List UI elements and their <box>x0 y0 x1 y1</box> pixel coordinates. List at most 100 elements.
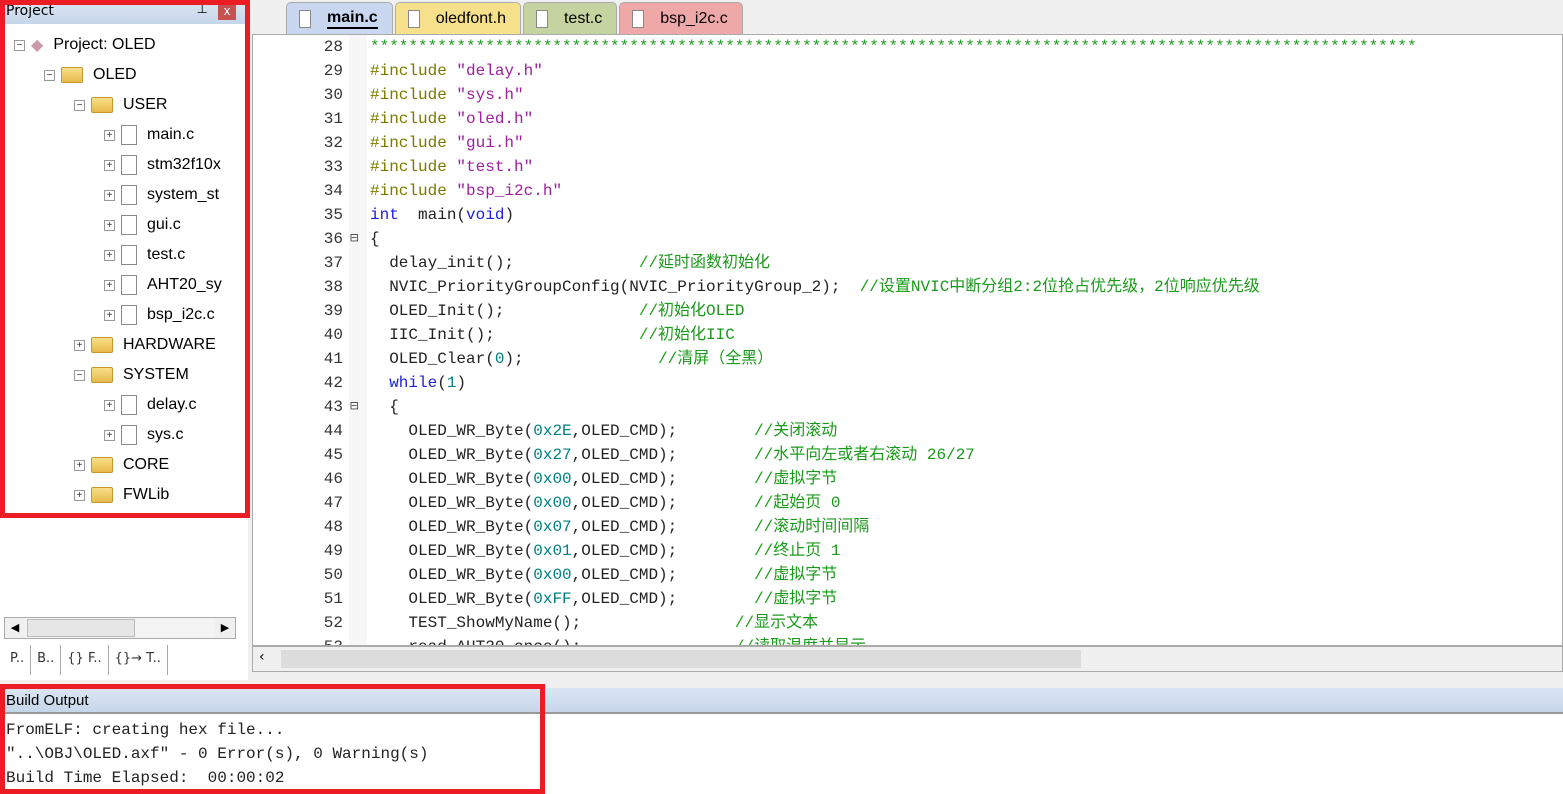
build-output-text[interactable]: FromELF: creating hex file... "..\OBJ\OLE… <box>0 714 1563 790</box>
tree-item[interactable]: + sys.c <box>8 420 240 450</box>
code-area[interactable]: 28 **************************************… <box>252 34 1563 646</box>
tab-main-c[interactable]: main.c <box>286 2 393 34</box>
collapse-icon[interactable]: − <box>74 369 85 381</box>
collapse-icon[interactable]: − <box>74 99 85 111</box>
tree-item[interactable]: + stm32f10x <box>8 150 240 180</box>
token: OLED_WR_Byte( <box>370 566 534 584</box>
expand-icon[interactable]: + <box>104 279 115 291</box>
line-number: 46 <box>323 470 343 488</box>
tree-item[interactable]: − ◆ Project: OLED <box>8 30 240 60</box>
tree-item[interactable]: + FWLib <box>8 480 240 510</box>
tree-item[interactable]: + test.c <box>8 240 240 270</box>
code-line: 51 OLED_WR_Byte(0xFF,OLED_CMD); //虚拟字节 <box>253 587 1562 611</box>
panel-tab[interactable]: {}→ T.. <box>109 645 168 675</box>
token: ,OLED_CMD); <box>571 590 755 608</box>
expand-icon[interactable]: + <box>104 399 115 411</box>
line-number: 35 <box>323 206 343 224</box>
line-number: 39 <box>323 302 343 320</box>
file-icon <box>121 245 137 265</box>
tab-test-c[interactable]: test.c <box>522 2 618 34</box>
collapse-icon[interactable]: ⊟ <box>350 395 358 419</box>
line-source: #include "test.h" <box>370 155 533 179</box>
expand-icon[interactable]: + <box>104 309 115 321</box>
tree-item[interactable]: − USER <box>8 90 240 120</box>
code-line: 43 {⊟ <box>253 395 1562 419</box>
token: OLED_WR_Byte( <box>370 494 534 512</box>
line-number: 38 <box>323 278 343 296</box>
line-number: 53 <box>253 635 343 645</box>
tree-item-label: HARDWARE <box>123 336 216 353</box>
tree-item[interactable]: + bsp_i2c.c <box>8 300 240 330</box>
line-source: ****************************************… <box>370 35 1417 59</box>
tree-item[interactable]: + delay.c <box>8 390 240 420</box>
token: //读取温度并显示 <box>735 638 866 645</box>
expand-icon[interactable]: + <box>74 339 85 351</box>
collapse-icon[interactable]: − <box>44 69 55 81</box>
line-number: 30 <box>323 86 343 104</box>
token: 0x01 <box>533 542 572 560</box>
token: NVIC_PriorityGroupConfig(NVIC_PriorityGr… <box>370 278 860 296</box>
tree-item[interactable]: − SYSTEM <box>8 360 240 390</box>
build-output-line: FromELF: creating hex file... <box>6 721 285 739</box>
close-icon[interactable]: x <box>218 3 236 20</box>
line-number: 37 <box>323 254 343 272</box>
line-number: 42 <box>323 374 343 392</box>
panel-tab[interactable]: P.. <box>4 645 32 675</box>
collapse-icon[interactable]: − <box>14 39 25 51</box>
scroll-thumb[interactable] <box>27 619 135 637</box>
expand-icon[interactable]: + <box>74 489 85 501</box>
token: 0 <box>494 350 505 368</box>
file-icon <box>121 125 137 145</box>
token: 0x00 <box>533 470 572 488</box>
expand-icon[interactable]: + <box>104 429 115 441</box>
token: //水平向左或者右滚动 26/27 <box>754 446 975 464</box>
tree-item-label: bsp_i2c.c <box>147 306 215 323</box>
expand-icon[interactable]: + <box>104 189 115 201</box>
token: OLED_WR_Byte( <box>370 542 534 560</box>
tree-item[interactable]: − OLED <box>8 60 240 90</box>
expand-icon[interactable]: + <box>104 219 115 231</box>
tree-horizontal-scrollbar[interactable]: ◀ ▶ <box>4 617 236 639</box>
token: ,OLED_CMD); <box>571 494 755 512</box>
tree-item-label: SYSTEM <box>123 366 189 383</box>
tree-item[interactable]: + HARDWARE <box>8 330 240 360</box>
pin-icon[interactable]: ⊥ <box>197 2 208 17</box>
project-icon: ◆ <box>31 37 44 54</box>
line-source: OLED_Init(); //初始化OLED <box>370 299 744 323</box>
token: { <box>370 230 380 248</box>
token: 0xFF <box>533 590 572 608</box>
tree-item[interactable]: + gui.c <box>8 210 240 240</box>
token: //初始化OLED <box>638 302 745 320</box>
token: 0x2E <box>533 422 572 440</box>
expand-icon[interactable]: + <box>104 249 115 261</box>
project-panel-header: Project ⊥ x <box>0 0 248 24</box>
panel-tab[interactable]: B.. <box>31 645 62 675</box>
scroll-left-icon[interactable]: ◀ <box>5 618 25 638</box>
token: //延时函数初始化 <box>638 254 771 272</box>
expand-icon[interactable]: + <box>104 129 115 141</box>
expand-icon[interactable]: + <box>104 159 115 171</box>
scroll-right-icon[interactable]: ▶ <box>215 618 235 638</box>
tab-bsp_i2c-c[interactable]: bsp_i2c.c <box>619 2 743 34</box>
tree-item[interactable]: + main.c <box>8 120 240 150</box>
tab-oledfont-h[interactable]: oledfont.h <box>394 2 521 34</box>
token: while <box>389 374 438 392</box>
collapse-icon[interactable]: ⊟ <box>350 227 358 251</box>
line-source: OLED_WR_Byte(0x00,OLED_CMD); //虚拟字节 <box>370 563 837 587</box>
scroll-left-icon[interactable]: ‹ <box>259 649 265 665</box>
build-output-line: Build Time Elapsed: 00:00:02 <box>6 769 285 787</box>
tree-item[interactable]: + CORE <box>8 450 240 480</box>
scroll-thumb[interactable] <box>281 650 1081 668</box>
code-line: 49 OLED_WR_Byte(0x01,OLED_CMD); //终止页 1 <box>253 539 1562 563</box>
token: //初始化IIC <box>638 326 735 344</box>
tree-item[interactable]: + AHT20_sy <box>8 270 240 300</box>
editor-horizontal-scrollbar[interactable]: ‹ <box>252 646 1563 672</box>
expand-icon[interactable]: + <box>74 459 85 471</box>
code-line: 47 OLED_WR_Byte(0x00,OLED_CMD); //起始页 0 <box>253 491 1562 515</box>
tree-item[interactable]: + system_st <box>8 180 240 210</box>
line-source: OLED_WR_Byte(0x00,OLED_CMD); //起始页 0 <box>370 491 840 515</box>
project-tree: − ◆ Project: OLED − OLED − USER + main.c + stm32f1… <box>8 30 240 510</box>
token: //虚拟字节 <box>754 566 838 584</box>
tree-item-label: OLED <box>93 66 137 83</box>
panel-tab[interactable]: {} F.. <box>61 645 109 675</box>
